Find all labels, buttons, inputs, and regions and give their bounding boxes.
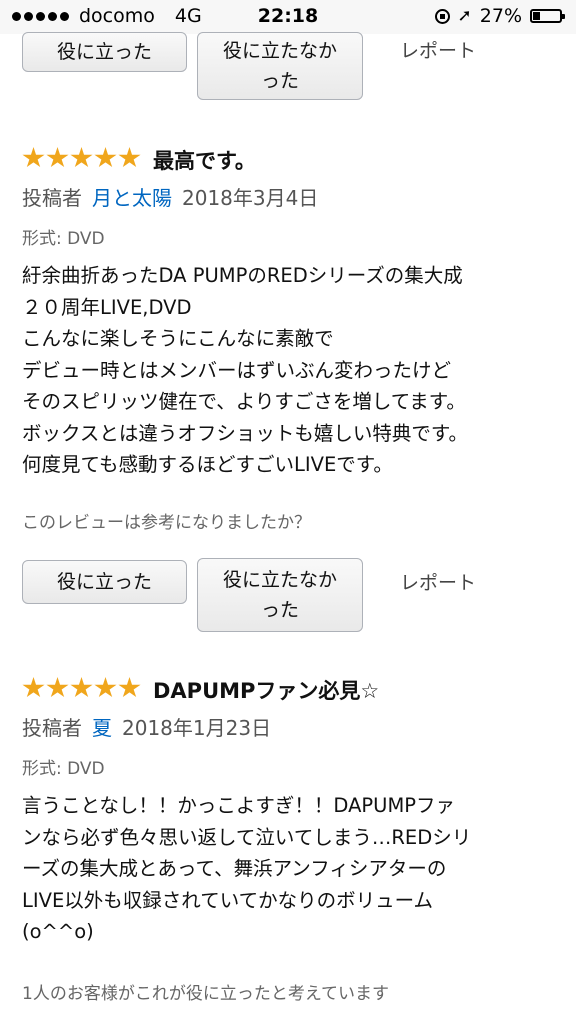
review-title: 最高です。 [153,149,256,173]
review-body-line: 言うことなし！！かっこよすぎ！！DAPUMPファ [22,794,456,817]
review-meta: 投稿者 月と太陽 2018年3月4日 [22,182,318,211]
author-link[interactable]: 月と太陽 [92,186,172,210]
review-date: 2018年3月4日 [182,186,319,210]
review-body-line: ンなら必ず色々思い返して泣いてしまう…REDシリ [22,825,472,849]
author-link[interactable]: 夏 [92,716,112,740]
star-icon [70,677,93,698]
battery-percent: 27% [479,5,522,27]
review-format: 形式: DVD [22,759,105,779]
star-icon [46,147,69,168]
star-icon [118,147,141,168]
status-bar: docomo 4G 22:18 ➚ 27% [0,0,576,34]
star-icon [46,677,69,698]
helpful-prompt: このレビューは参考になりましたか？ [22,513,311,533]
review-body-line: 紆余曲折あったDA PUMPのREDシリーズの集大成 [22,264,463,287]
review-body-line: デビュー時とはメンバーはずいぶん変わったけど [22,358,452,382]
not-helpful-line-2: った [260,599,299,621]
review-body: 言うことなし！！かっこよすぎ！！DAPUMPファ ンなら必ず色々思い返して泣いて… [22,790,562,948]
location-arrow-icon: ➚ [457,6,472,26]
review-format: 形式: DVD [22,229,105,249]
review-body-line: ２０周年LIVE,DVD [22,295,192,319]
star-rating [22,147,141,169]
review-body-line: (o^^o) [22,920,94,943]
star-icon [22,677,45,698]
helpful-button[interactable]: 役に立った [22,560,187,604]
star-icon [94,147,117,168]
by-label: 投稿者 [22,186,82,210]
not-helpful-button[interactable]: 役に立たなか った [197,558,363,632]
review-body-line: LIVE以外も収録されていてかなりのボリューム [22,888,434,912]
review-body-line: こんなに楽しそうにこんなに素敵で [22,327,334,350]
review-body: 紆余曲折あったDA PUMPのREDシリーズの集大成 ２０周年LIVE,DVD … [22,260,562,481]
not-helpful-line-2: った [260,70,299,92]
star-icon [94,677,117,698]
by-label: 投稿者 [22,716,82,740]
status-right: ➚ 27% [434,5,565,27]
star-icon [22,147,45,168]
battery-icon [530,9,565,23]
review-body-line: 何度見ても感動するほどすごいLIVEです。 [22,453,393,476]
report-link[interactable]: レポート [400,36,476,63]
helpful-button[interactable]: 役に立った [22,32,187,72]
report-link[interactable]: レポート [400,568,476,595]
not-helpful-line-1: 役に立たなか [222,40,337,62]
star-rating [22,677,141,699]
not-helpful-line-1: 役に立たなか [222,569,337,591]
review-body-line: ーズの集大成とあって、舞浜アンフィシアターの [22,857,447,880]
review-body-line: そのスピリッツ健在で、よりすごさを増してます。 [22,390,466,413]
star-icon [70,147,93,168]
not-helpful-button[interactable]: 役に立たなか った [197,32,363,100]
review-date: 2018年1月23日 [122,716,272,740]
review-meta: 投稿者夏 2018年1月23日 [22,712,271,741]
star-icon [118,677,141,698]
review-title: DAPUMPファン必見☆ [153,679,380,703]
orientation-lock-icon [434,8,450,24]
review-body-line: ボックスとは違うオフショットも嬉しい特典です。 [22,421,468,445]
helpful-count: 1人のお客様がこれが役に立ったと考えています [22,984,389,1004]
